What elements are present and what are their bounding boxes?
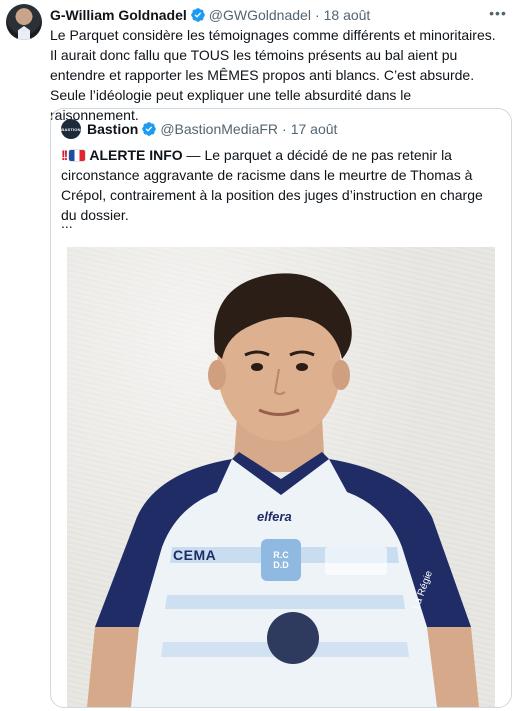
- author-handle[interactable]: @GWGoldnadel: [209, 6, 311, 24]
- jersey-badge: R.C D.D: [273, 550, 289, 570]
- quoted-tweet[interactable]: BASTION Bastion @BastionMediaFR · 17 aoû…: [50, 108, 512, 708]
- more-horizontal-icon[interactable]: •••: [487, 4, 509, 22]
- tweet-header: G-William Goldnadel @GWGoldnadel · 18 ao…: [50, 6, 370, 24]
- author-avatar[interactable]: [6, 4, 42, 40]
- double-exclamation-icon: !!: [61, 147, 68, 163]
- tweet-date[interactable]: 18 août: [324, 6, 371, 24]
- quoted-tweet-header: Bastion @BastionMediaFR · 17 août: [87, 120, 337, 138]
- verified-badge-icon: [190, 8, 205, 22]
- tweet[interactable]: G-William Goldnadel @GWGoldnadel · 18 ao…: [0, 0, 513, 711]
- photo-subject-illustration: [87, 273, 479, 707]
- jersey-sponsor-2: elfera: [257, 509, 292, 524]
- show-more-ellipsis[interactable]: ...: [61, 215, 73, 231]
- jersey-sponsor-1: CEMA: [173, 547, 217, 563]
- quoted-tweet-text: !! ALERTE INFO — Le parquet a décidé de n…: [61, 145, 501, 225]
- quoted-tweet-photo[interactable]: CEMA elfera R.C D.D La Régie: [67, 247, 495, 707]
- quoted-author-name[interactable]: Bastion: [87, 120, 138, 138]
- quoted-tweet-date[interactable]: 17 août: [291, 120, 338, 138]
- separator-dot: ·: [314, 7, 320, 23]
- alert-label: ALERTE INFO: [89, 147, 183, 163]
- separator-dot: ·: [282, 121, 287, 137]
- verified-badge-icon: [142, 122, 157, 136]
- author-name[interactable]: G-William Goldnadel: [50, 6, 187, 24]
- france-flag-icon: [69, 150, 86, 161]
- quoted-avatar-text: BASTION: [61, 126, 81, 132]
- quoted-author-handle[interactable]: @BastionMediaFR: [160, 120, 278, 138]
- quoted-author-avatar[interactable]: BASTION: [61, 119, 81, 139]
